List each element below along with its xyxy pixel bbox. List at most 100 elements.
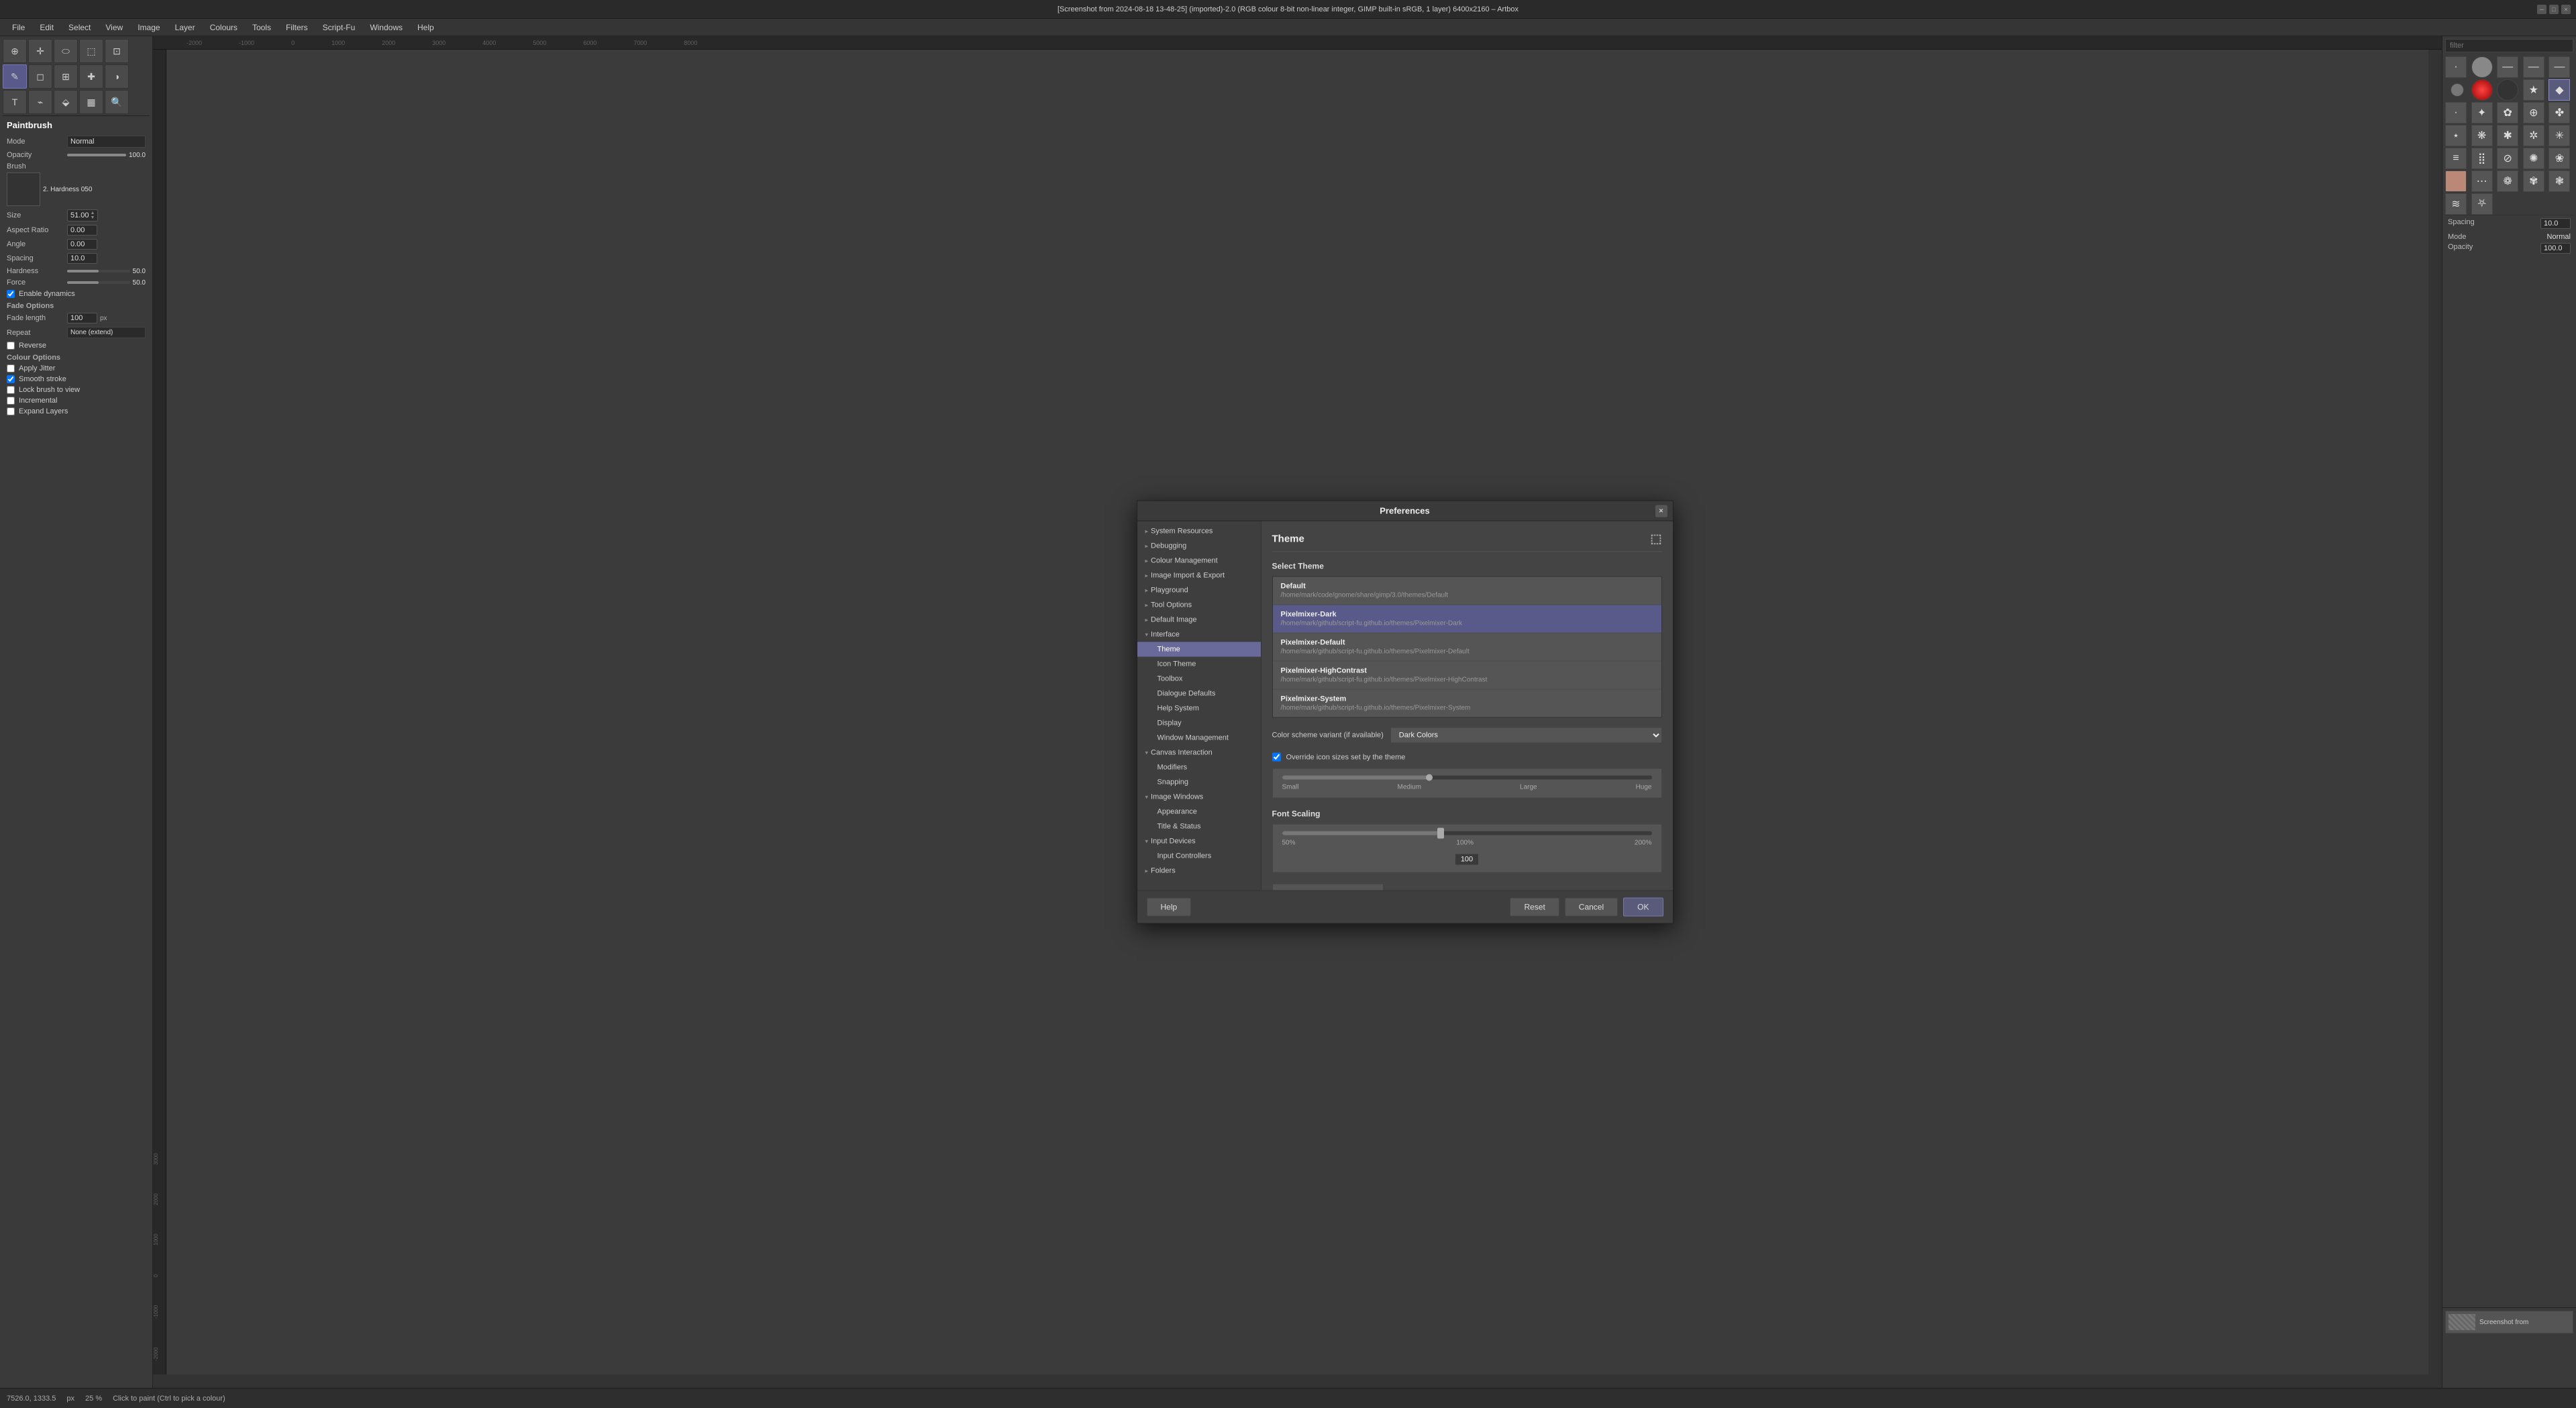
menu-layer[interactable]: Layer bbox=[168, 21, 202, 34]
menu-image[interactable]: Image bbox=[131, 21, 166, 34]
repeat-value[interactable]: None (extend) bbox=[67, 327, 146, 338]
brush-cell-3[interactable]: — bbox=[2497, 56, 2518, 78]
brush-cell-32[interactable]: ⛧ bbox=[2471, 193, 2493, 215]
font-scaling-container[interactable]: 50% 100% 200% 100 bbox=[1272, 824, 1662, 873]
brush-cell-26[interactable] bbox=[2445, 170, 2467, 192]
brush-cell-22[interactable]: ⣿ bbox=[2471, 148, 2493, 169]
brush-cell-2[interactable] bbox=[2471, 56, 2493, 78]
tool-text[interactable]: T bbox=[3, 90, 27, 114]
tool-clone[interactable]: ⊞ bbox=[54, 64, 78, 89]
mode-value[interactable]: Normal bbox=[67, 136, 146, 148]
tool-heal[interactable]: ✚ bbox=[79, 64, 103, 89]
color-scheme-select[interactable]: Dark Colors Light Colors bbox=[1390, 727, 1662, 744]
theme-item-pixelmixer-highcontrast[interactable]: Pixelmixer-HighContrast /home/mark/githu… bbox=[1273, 662, 1661, 690]
brush-cell-1[interactable]: · bbox=[2445, 56, 2467, 78]
ok-button[interactable]: OK bbox=[1623, 898, 1663, 917]
layer-item-1[interactable]: Screenshot from bbox=[2445, 1311, 2573, 1334]
force-slider[interactable] bbox=[67, 281, 130, 284]
brush-cell-15[interactable]: ✤ bbox=[2548, 102, 2570, 123]
help-button[interactable]: Help bbox=[1147, 898, 1192, 917]
brush-cell-16[interactable]: ⋆ bbox=[2445, 125, 2467, 146]
apply-jitter-checkbox[interactable] bbox=[7, 364, 15, 372]
brush-opacity-input[interactable]: 100.0 bbox=[2540, 243, 2571, 254]
size-input[interactable]: 51.00 ▲▼ bbox=[67, 209, 98, 221]
tool-dodge[interactable]: ◑ bbox=[105, 64, 129, 89]
opacity-slider[interactable] bbox=[67, 154, 126, 156]
brush-cell-18[interactable]: ✱ bbox=[2497, 125, 2518, 146]
theme-item-pixelmixer-dark[interactable]: Pixelmixer-Dark /home/mark/github/script… bbox=[1273, 605, 1661, 634]
tool-new[interactable]: ⊕ bbox=[3, 39, 27, 63]
tool-path[interactable]: ⌁ bbox=[28, 90, 52, 114]
maximize-button[interactable]: □ bbox=[2549, 5, 2559, 14]
tree-item-help-system[interactable]: Help System bbox=[1137, 701, 1261, 716]
tree-item-canvas-interaction[interactable]: ▾ Canvas Interaction bbox=[1137, 746, 1261, 760]
theme-item-default[interactable]: Default /home/mark/code/gnome/share/gimp… bbox=[1273, 577, 1661, 605]
tree-item-input-devices[interactable]: ▾ Input Devices bbox=[1137, 834, 1261, 849]
theme-item-pixelmixer-system[interactable]: Pixelmixer-System /home/mark/github/scri… bbox=[1273, 690, 1661, 717]
brush-cell-11[interactable]: · bbox=[2445, 102, 2467, 123]
tree-item-toolbox[interactable]: Toolbox bbox=[1137, 672, 1261, 687]
size-slider-track[interactable] bbox=[1282, 776, 1652, 780]
brush-cell-27[interactable]: ⋯ bbox=[2471, 170, 2493, 192]
tool-paintbrush[interactable]: ✎ bbox=[3, 64, 27, 89]
tree-item-playground[interactable]: ▸ Playground bbox=[1137, 583, 1261, 598]
brush-cell-23[interactable]: ⊘ bbox=[2497, 148, 2518, 169]
brush-cell-30[interactable]: ❃ bbox=[2548, 170, 2570, 192]
brush-cell-31[interactable]: ≋ bbox=[2445, 193, 2467, 215]
expand-layers-checkbox[interactable] bbox=[7, 407, 15, 415]
override-checkbox[interactable] bbox=[1272, 753, 1281, 762]
brush-cell-10[interactable]: ◆ bbox=[2548, 79, 2570, 101]
aspect-input[interactable]: 0.00 bbox=[67, 225, 97, 236]
font-slider-thumb[interactable] bbox=[1437, 828, 1444, 839]
preferences-close-button[interactable]: × bbox=[1655, 505, 1667, 517]
brush-cell-13[interactable]: ✿ bbox=[2497, 102, 2518, 123]
menu-windows[interactable]: Windows bbox=[363, 21, 409, 34]
brush-filter-input[interactable] bbox=[2445, 39, 2573, 52]
brush-cell-5[interactable]: — bbox=[2548, 56, 2570, 78]
reset-button[interactable]: Reset bbox=[1510, 898, 1559, 917]
brush-cell-19[interactable]: ✲ bbox=[2523, 125, 2544, 146]
tree-item-window-management[interactable]: Window Management bbox=[1137, 731, 1261, 746]
tool-zoom[interactable]: 🔍 bbox=[105, 90, 129, 114]
size-slider-container[interactable]: Small Medium Large Huge bbox=[1272, 768, 1662, 799]
tool-fill[interactable]: ⬙ bbox=[54, 90, 78, 114]
tool-select-rect[interactable]: ⬚ bbox=[79, 39, 103, 63]
tool-eraser[interactable]: ◻ bbox=[28, 64, 52, 89]
tree-item-snapping[interactable]: Snapping bbox=[1137, 775, 1261, 790]
menu-edit[interactable]: Edit bbox=[33, 21, 60, 34]
brush-cell-12[interactable]: ✦ bbox=[2471, 102, 2493, 123]
tree-item-interface[interactable]: ▾ Interface bbox=[1137, 627, 1261, 642]
brush-cell-14[interactable]: ⊕ bbox=[2523, 102, 2544, 123]
brush-cell-9[interactable]: ★ bbox=[2523, 79, 2544, 101]
tool-crop[interactable]: ⊡ bbox=[105, 39, 129, 63]
tree-item-appearance[interactable]: Appearance bbox=[1137, 805, 1261, 819]
section-icon[interactable]: ⬚ bbox=[1650, 532, 1661, 546]
spacing-input[interactable]: 10.0 bbox=[67, 253, 97, 264]
smooth-stroke-checkbox[interactable] bbox=[7, 375, 15, 383]
brush-cell-24[interactable]: ✺ bbox=[2523, 148, 2544, 169]
brush-cell-29[interactable]: ✾ bbox=[2523, 170, 2544, 192]
tool-move[interactable]: ✛ bbox=[28, 39, 52, 63]
incremental-checkbox[interactable] bbox=[7, 397, 15, 405]
brush-cell-4[interactable]: — bbox=[2523, 56, 2544, 78]
brush-cell-20[interactable]: ✳ bbox=[2548, 125, 2570, 146]
tree-item-dialogue-defaults[interactable]: Dialogue Defaults bbox=[1137, 687, 1261, 701]
font-slider-track[interactable] bbox=[1282, 832, 1652, 836]
menu-script-fu[interactable]: Script-Fu bbox=[316, 21, 362, 34]
tree-item-icon-theme[interactable]: Icon Theme bbox=[1137, 657, 1261, 672]
tool-gradient[interactable]: ▦ bbox=[79, 90, 103, 114]
menu-filters[interactable]: Filters bbox=[279, 21, 315, 34]
menu-help[interactable]: Help bbox=[411, 21, 441, 34]
angle-input[interactable]: 0.00 bbox=[67, 239, 97, 250]
hardness-slider[interactable] bbox=[67, 270, 130, 272]
brush-cell-8[interactable] bbox=[2497, 79, 2518, 101]
enable-dynamics-checkbox[interactable] bbox=[7, 290, 15, 298]
tree-item-input-controllers[interactable]: Input Controllers bbox=[1137, 849, 1261, 864]
tree-item-title-status[interactable]: Title & Status bbox=[1137, 819, 1261, 834]
brush-cell-28[interactable]: ❁ bbox=[2497, 170, 2518, 192]
fade-length-input[interactable]: 100 bbox=[67, 313, 97, 323]
tree-item-image-import-export[interactable]: ▸ Image Import & Export bbox=[1137, 568, 1261, 583]
canvas-area[interactable]: -2000 -1000 0 1000 2000 3000 4000 5000 6… bbox=[153, 36, 2442, 1388]
brush-cell-17[interactable]: ❋ bbox=[2471, 125, 2493, 146]
menu-select[interactable]: Select bbox=[62, 21, 97, 34]
